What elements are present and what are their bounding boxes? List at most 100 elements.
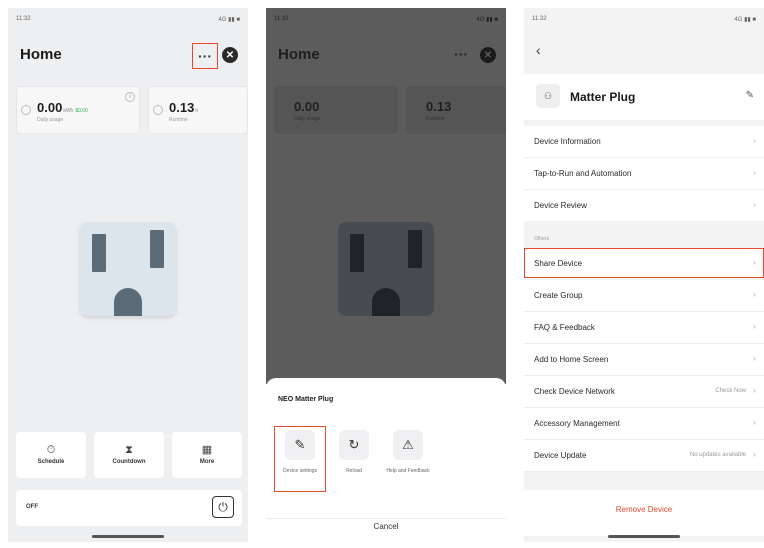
daily-usage-label: Daily usage	[294, 116, 321, 122]
schedule-label: Schedule	[37, 459, 65, 465]
row-value: No updates available	[689, 452, 746, 458]
daily-usage-card[interactable]: 0.00kWh $0.00 Daily usage i	[16, 86, 140, 134]
back-icon[interactable]: ‹	[536, 42, 541, 58]
section-label-others: Others	[534, 236, 550, 242]
daily-usage-label: Daily usage	[37, 117, 64, 123]
power-icon: ⏻	[218, 499, 228, 514]
status-time: 11:32	[16, 16, 31, 22]
row-label: Tap-to-Run and Automation	[534, 169, 632, 178]
reload-button[interactable]: ↻ Reload	[330, 430, 378, 475]
row-accessory-management[interactable]: Accessory Management ›	[524, 408, 764, 440]
outlet-ground	[372, 288, 400, 316]
row-tap-to-run[interactable]: Tap-to-Run and Automation ›	[524, 158, 764, 190]
chevron-right-icon: ›	[753, 167, 756, 177]
home-indicator	[608, 535, 680, 538]
countdown-button[interactable]: ⧗ Countdown	[94, 432, 164, 478]
row-value: Check Now	[715, 388, 746, 394]
warning-icon: ⚠	[393, 430, 423, 460]
cancel-button[interactable]: Cancel	[266, 522, 506, 531]
clock-icon	[153, 105, 163, 115]
plug-icon: ⚇	[536, 84, 560, 108]
page-title: Home	[20, 46, 62, 63]
options-sheet-screen: 11:32 4G ▮▮ ■ Home ··· ✕ 0.00 Daily usag…	[266, 8, 506, 542]
more-dots-icon: ···	[198, 48, 212, 64]
settings-group-main: Device Information › Tap-to-Run and Auto…	[524, 126, 764, 222]
daily-usage-card: 0.00 Daily usage	[274, 86, 398, 134]
row-label: Accessory Management	[534, 419, 620, 428]
runtime-label: Runtime	[426, 116, 445, 122]
home-screen: 11:32 4G ▮▮ ■ Home ··· ✕ 0.00kWh $0.00 Da…	[8, 8, 248, 542]
status-icons: 4G ▮▮ ■	[218, 16, 240, 23]
remove-device-button[interactable]: Remove Device	[524, 490, 764, 536]
status-bar: 11:32 4G ▮▮ ■	[16, 12, 240, 26]
status-bar: 11:32 4G ▮▮ ■	[532, 12, 756, 26]
status-bar: 11:32 4G ▮▮ ■	[274, 12, 498, 26]
runtime-unit: h	[195, 108, 199, 114]
info-icon[interactable]: i	[125, 92, 135, 102]
close-icon: ✕	[225, 49, 235, 61]
row-check-device-network[interactable]: Check Device Network Check Now ›	[524, 376, 764, 408]
runtime-card[interactable]: 0.13h Runtime	[148, 86, 248, 134]
sheet-title: NEO Matter Plug	[278, 396, 334, 403]
runtime-value: 0.13h	[169, 100, 198, 115]
outlet-slot-right	[150, 230, 164, 268]
power-bar: OFF ⏻	[16, 490, 242, 526]
daily-usage-value: 0.00	[294, 99, 320, 114]
pencil-icon: ✎	[285, 430, 315, 460]
power-state-label: OFF	[26, 504, 38, 510]
runtime-value: 0.13	[426, 99, 452, 114]
countdown-label: Countdown	[112, 459, 146, 465]
row-device-review[interactable]: Device Review ›	[524, 190, 764, 222]
row-device-update[interactable]: Device Update No updates available ›	[524, 440, 764, 472]
schedule-icon: ⏱	[46, 444, 56, 456]
chevron-right-icon: ›	[753, 449, 756, 459]
row-device-information[interactable]: Device Information ›	[524, 126, 764, 158]
row-label: Create Group	[534, 291, 583, 300]
device-name: Matter Plug	[570, 90, 636, 104]
outlet-slot-right	[408, 230, 422, 268]
reload-icon: ↻	[339, 430, 369, 460]
chevron-right-icon: ›	[753, 135, 756, 145]
more-button[interactable]: ···	[192, 43, 218, 69]
row-label: Add to Home Screen	[534, 355, 609, 364]
plug-outlet-illustration[interactable]	[80, 222, 176, 316]
outlet-slot-left	[350, 234, 364, 272]
outlet-ground	[114, 288, 142, 316]
power-button[interactable]: ⏻	[212, 496, 234, 518]
device-header: ⚇ Matter Plug ✎	[524, 74, 764, 120]
outlet-slot-left	[92, 234, 106, 272]
home-indicator	[92, 535, 164, 538]
help-feedback-button[interactable]: ⚠ Help and Feedback	[384, 430, 432, 475]
status-time: 11:32	[532, 16, 547, 22]
action-sheet: NEO Matter Plug ✎ Device settings ↻ Relo…	[266, 378, 506, 542]
chevron-right-icon: ›	[753, 321, 756, 331]
dimmed-background[interactable]: 11:32 4G ▮▮ ■ Home ··· ✕ 0.00 Daily usag…	[266, 8, 506, 384]
status-icons: 4G ▮▮ ■	[476, 16, 498, 23]
device-settings-screen: 11:32 4G ▮▮ ■ ‹ ⚇ Matter Plug ✎ Device I…	[524, 8, 764, 542]
row-faq-feedback[interactable]: FAQ & Feedback ›	[524, 312, 764, 344]
device-settings-button[interactable]: ✎ Device settings	[276, 430, 324, 475]
schedule-button[interactable]: ⏱ Schedule	[16, 432, 86, 478]
status-icons: 4G ▮▮ ■	[734, 16, 756, 23]
status-time: 11:32	[274, 16, 289, 22]
row-label: Device Review	[534, 201, 587, 210]
more-dots-icon: ···	[454, 46, 468, 62]
more-options-button[interactable]: ▦ More	[172, 432, 242, 478]
chevron-right-icon: ›	[753, 199, 756, 209]
divider	[266, 518, 506, 519]
close-button[interactable]: ✕	[222, 47, 238, 63]
row-label: Device Information	[534, 137, 601, 146]
edit-icon[interactable]: ✎	[746, 90, 754, 101]
hourglass-icon: ⧗	[125, 444, 133, 456]
row-create-group[interactable]: Create Group ›	[524, 280, 764, 312]
row-add-to-home-screen[interactable]: Add to Home Screen ›	[524, 344, 764, 376]
chevron-right-icon: ›	[753, 385, 756, 395]
daily-usage-cost: $0.00	[75, 108, 88, 114]
plug-outlet-illustration	[338, 222, 434, 316]
chevron-right-icon: ›	[753, 289, 756, 299]
daily-usage-value: 0.00kWh $0.00	[37, 100, 88, 115]
daily-usage-number: 0.00	[37, 100, 63, 115]
page-title: Home	[278, 46, 320, 63]
runtime-label: Runtime	[169, 117, 188, 123]
energy-icon	[21, 105, 31, 115]
